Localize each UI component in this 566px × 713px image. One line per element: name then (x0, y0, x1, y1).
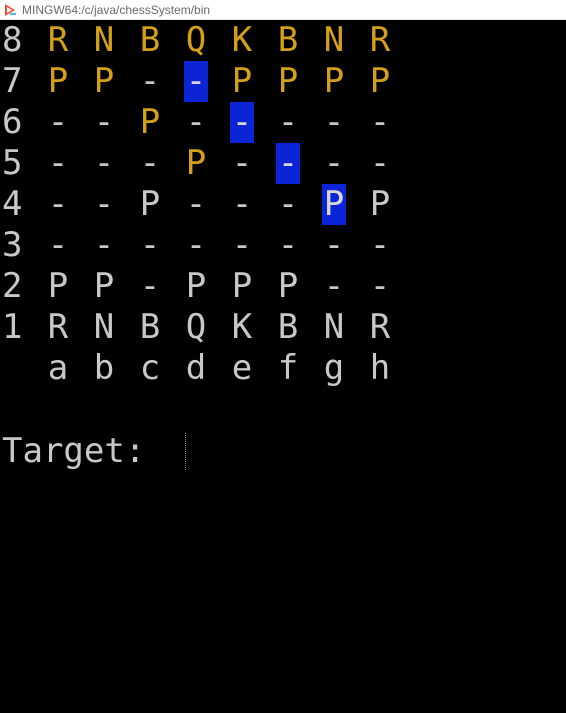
square-b8: N (93, 20, 115, 60)
title-bar[interactable]: MINGW64:/c/java/chessSystem/bin (0, 0, 566, 20)
square-d4: - (185, 184, 207, 224)
rank-label: 7 (2, 61, 23, 101)
square-e5: - (231, 143, 253, 183)
square-e7: P (231, 61, 253, 101)
square-h2: - (369, 266, 391, 306)
rank-label: 6 (2, 102, 23, 142)
square-a3: - (47, 225, 69, 265)
square-f2: P (277, 266, 299, 306)
square-f4: - (277, 184, 299, 224)
square-a7: P (47, 61, 69, 101)
square-h3: - (369, 225, 391, 265)
square-f8: B (277, 20, 299, 60)
square-a1: R (47, 307, 69, 347)
square-d5: P (185, 143, 207, 183)
square-h4: P (369, 184, 391, 224)
square-g1: N (323, 307, 345, 347)
square-h5: - (369, 143, 391, 183)
square-h6: - (369, 102, 391, 142)
rank-label: 1 (2, 307, 23, 347)
file-label: c (139, 348, 161, 388)
square-g4-highlighted: P (322, 184, 346, 225)
terminal-output[interactable]: 8RNBQKBNR7PP--PPPP6--P-----5---P----4--P… (0, 20, 566, 713)
square-d3: - (185, 225, 207, 265)
square-c8: B (139, 20, 161, 60)
square-g5: - (323, 143, 345, 183)
square-b2: P (93, 266, 115, 306)
square-b6: - (93, 102, 115, 142)
square-d6: - (185, 102, 207, 142)
square-b5: - (93, 143, 115, 183)
square-e4: - (231, 184, 253, 224)
square-c3: - (139, 225, 161, 265)
square-c7: - (139, 61, 161, 101)
square-g2: - (323, 266, 345, 306)
file-label: e (231, 348, 253, 388)
file-label: a (47, 348, 69, 388)
square-c4: P (139, 184, 161, 224)
file-label: b (93, 348, 115, 388)
square-c5: - (139, 143, 161, 183)
square-b7: P (93, 61, 115, 101)
square-h7: P (369, 61, 391, 101)
square-c6: P (139, 102, 161, 142)
rank-label: 4 (2, 184, 23, 224)
rank-label: 5 (2, 143, 23, 183)
rank-label: 2 (2, 266, 23, 306)
square-b3: - (93, 225, 115, 265)
square-g6: - (323, 102, 345, 142)
square-b1: N (93, 307, 115, 347)
window-title: MINGW64:/c/java/chessSystem/bin (22, 2, 211, 17)
square-e6-highlighted: - (230, 102, 254, 143)
square-g3: - (323, 225, 345, 265)
square-f7: P (277, 61, 299, 101)
square-c1: B (139, 307, 161, 347)
file-label: g (323, 348, 345, 388)
square-d8: Q (185, 20, 207, 60)
square-f1: B (277, 307, 299, 347)
square-a6: - (47, 102, 69, 142)
square-e8: K (231, 20, 253, 60)
target-prompt-label: Target: (2, 431, 166, 471)
git-bash-icon (5, 3, 16, 16)
file-label: f (277, 348, 299, 388)
target-prompt: Target: (2, 431, 166, 472)
square-d2: P (185, 266, 207, 306)
square-e1: K (231, 307, 253, 347)
terminal-window: MINGW64:/c/java/chessSystem/bin 8RNBQKBN… (0, 0, 566, 713)
square-g8: N (323, 20, 345, 60)
square-f6: - (277, 102, 299, 142)
file-label: h (369, 348, 391, 388)
square-f3: - (277, 225, 299, 265)
square-a4: - (47, 184, 69, 224)
text-cursor (185, 433, 188, 470)
square-a5: - (47, 143, 69, 183)
square-h8: R (369, 20, 391, 60)
square-a2: P (47, 266, 69, 306)
square-h1: R (369, 307, 391, 347)
square-e2: P (231, 266, 253, 306)
rank-label: 8 (2, 20, 23, 60)
square-a8: R (47, 20, 69, 60)
square-e3: - (231, 225, 253, 265)
square-d1: Q (185, 307, 207, 347)
square-d7-highlighted: - (184, 61, 208, 102)
square-g7: P (323, 61, 345, 101)
square-c2: - (139, 266, 161, 306)
square-f5-highlighted: - (276, 143, 300, 184)
file-label: d (185, 348, 207, 388)
square-b4: - (93, 184, 115, 224)
rank-label: 3 (2, 225, 23, 265)
